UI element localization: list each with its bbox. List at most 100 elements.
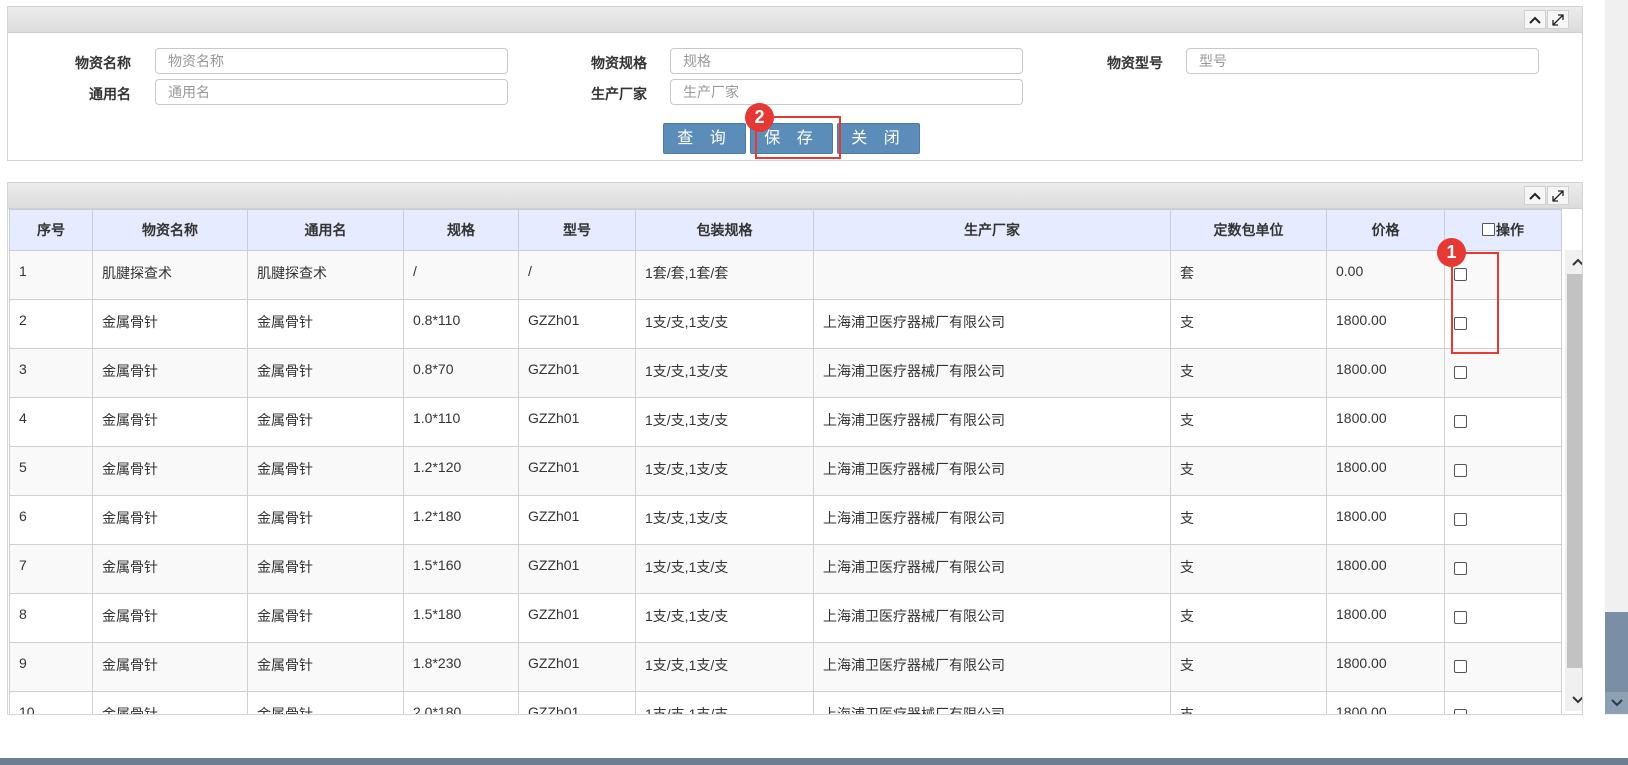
page-scroll-down-button[interactable] — [1605, 692, 1628, 714]
material-model-label: 物资型号 — [1107, 55, 1163, 71]
cell-material-name: 金属骨针 — [92, 593, 248, 643]
cell-spec: 1.5*180 — [403, 593, 519, 643]
select-all-checkbox[interactable] — [1482, 223, 1495, 236]
form-row-2: 通用名 生产厂家 — [8, 79, 1582, 105]
cell-model: GZZh01 — [518, 397, 636, 447]
col-header-unit[interactable]: 定数包单位 — [1170, 209, 1327, 251]
cell-price: 0.00 — [1326, 250, 1445, 300]
material-spec-input[interactable] — [670, 48, 1023, 74]
collapse-grid-button[interactable] — [1524, 186, 1546, 205]
cell-price: 1800.00 — [1326, 691, 1445, 714]
cell-manufacturer: 上海浦卫医疗器械厂有限公司 — [813, 397, 1171, 447]
cell-common-name: 金属骨针 — [247, 495, 404, 545]
grid-vertical-scrollbar[interactable] — [1565, 250, 1582, 711]
cell-unit: 支 — [1170, 544, 1327, 594]
table-row[interactable]: 2 金属骨针 金属骨针 0.8*110 GZZh01 1支/支,1支/支 上海浦卫医疗器械厂… — [9, 299, 1562, 349]
page-scroll-thumb[interactable] — [1605, 612, 1628, 692]
row-select-checkbox[interactable] — [1454, 512, 1467, 526]
maximize-panel-button[interactable] — [1547, 10, 1569, 29]
cell-unit: 支 — [1170, 642, 1327, 692]
results-panel-header — [8, 183, 1582, 209]
table-row[interactable]: 10 金属骨针 金属骨针 2.0*180 GZZh01 1支/支,1支/支 上海浦卫医疗器械… — [9, 691, 1562, 714]
cell-manufacturer — [813, 250, 1171, 300]
maximize-grid-button[interactable] — [1547, 186, 1569, 205]
scroll-up-button[interactable] — [1565, 252, 1582, 272]
cell-common-name: 金属骨针 — [247, 299, 404, 349]
cell-model: GZZh01 — [518, 544, 636, 594]
scroll-thumb[interactable] — [1567, 274, 1582, 668]
cell-price: 1800.00 — [1326, 348, 1445, 398]
cell-index: 6 — [9, 495, 93, 545]
cell-unit: 支 — [1170, 348, 1327, 398]
common-name-input[interactable] — [155, 79, 508, 105]
chevron-up-icon — [1529, 192, 1541, 200]
cell-material-name: 金属骨针 — [92, 691, 248, 714]
cell-index: 2 — [9, 299, 93, 349]
cell-material-name: 肌腱探查术 — [92, 250, 248, 300]
cell-packaging: 1支/支,1支/支 — [635, 495, 814, 545]
cell-spec: / — [403, 250, 519, 300]
row-select-checkbox[interactable] — [1454, 659, 1467, 673]
table-row[interactable]: 1 肌腱探查术 肌腱探查术 //1套/套,1套/套套 0.00 — [9, 250, 1562, 300]
cell-action — [1444, 446, 1562, 496]
cell-unit: 支 — [1170, 446, 1327, 496]
cell-common-name: 金属骨针 — [247, 397, 404, 447]
cell-action — [1444, 691, 1562, 714]
cell-material-name: 金属骨针 — [92, 495, 248, 545]
materials-table: 序号 物资名称 通用名 规格 型号 包装规格 生产厂家 定数包单位 价格 操作 … — [9, 209, 1562, 714]
row-select-checkbox[interactable] — [1454, 365, 1467, 379]
table-row[interactable]: 6 金属骨针 金属骨针 1.2*180 GZZh01 1支/支,1支/支 上海浦卫医疗器械厂… — [9, 495, 1562, 545]
cell-unit: 支 — [1170, 691, 1327, 714]
query-button[interactable]: 查 询 — [663, 123, 746, 154]
table-row[interactable]: 5 金属骨针 金属骨针 1.2*120 GZZh01 1支/支,1支/支 上海浦卫医疗器械厂… — [9, 446, 1562, 496]
col-header-material-name[interactable]: 物资名称 — [92, 209, 248, 251]
scroll-down-button[interactable] — [1565, 690, 1582, 710]
col-header-price[interactable]: 价格 — [1326, 209, 1445, 251]
table-row[interactable]: 7 金属骨针 金属骨针 1.5*160 GZZh01 1支/支,1支/支 上海浦卫医疗器械厂… — [9, 544, 1562, 594]
cell-packaging: 1支/支,1支/支 — [635, 691, 814, 714]
row-select-checkbox[interactable] — [1454, 708, 1467, 714]
col-header-packaging[interactable]: 包装规格 — [635, 209, 814, 251]
annotation-badge-2: 2 — [745, 103, 774, 132]
row-select-checkbox[interactable] — [1454, 610, 1467, 624]
collapse-panel-button[interactable] — [1524, 10, 1546, 29]
col-header-common-name[interactable]: 通用名 — [247, 209, 404, 251]
cell-price: 1800.00 — [1326, 299, 1445, 349]
col-header-index[interactable]: 序号 — [9, 209, 93, 251]
cell-manufacturer: 上海浦卫医疗器械厂有限公司 — [813, 299, 1171, 349]
col-header-model[interactable]: 型号 — [518, 209, 636, 251]
page-scrollbar[interactable] — [1605, 0, 1628, 715]
table-row[interactable]: 9 金属骨针 金属骨针 1.8*230 GZZh01 1支/支,1支/支 上海浦卫医疗器械厂… — [9, 642, 1562, 692]
manufacturer-input[interactable] — [670, 79, 1023, 105]
cell-spec: 0.8*110 — [403, 299, 519, 349]
cell-spec: 1.8*230 — [403, 642, 519, 692]
row-select-checkbox[interactable] — [1454, 561, 1467, 575]
cell-manufacturer: 上海浦卫医疗器械厂有限公司 — [813, 495, 1171, 545]
chevron-up-icon — [1529, 16, 1541, 24]
cell-model: GZZh01 — [518, 348, 636, 398]
cell-material-name: 金属骨针 — [92, 446, 248, 496]
cell-manufacturer: 上海浦卫医疗器械厂有限公司 — [813, 446, 1171, 496]
table-row[interactable]: 3 金属骨针 金属骨针 0.8*70 GZZh01 1支/支,1支/支 上海浦卫医疗器械厂有… — [9, 348, 1562, 398]
cell-packaging: 1支/支,1支/支 — [635, 348, 814, 398]
material-name-input[interactable] — [155, 48, 508, 74]
row-select-checkbox[interactable] — [1454, 463, 1467, 477]
cell-model: GZZh01 — [518, 446, 636, 496]
cell-common-name: 金属骨针 — [247, 544, 404, 594]
cell-index: 1 — [9, 250, 93, 300]
col-header-manufacturer[interactable]: 生产厂家 — [813, 209, 1171, 251]
table-header-row: 序号 物资名称 通用名 规格 型号 包装规格 生产厂家 定数包单位 价格 操作 — [9, 209, 1562, 251]
material-model-input[interactable] — [1186, 48, 1539, 74]
col-header-spec[interactable]: 规格 — [403, 209, 519, 251]
material-name-label: 物资名称 — [75, 55, 131, 71]
cell-material-name: 金属骨针 — [92, 397, 248, 447]
table-row[interactable]: 4 金属骨针 金属骨针 1.0*110 GZZh01 1支/支,1支/支 上海浦卫医疗器械厂… — [9, 397, 1562, 447]
chevron-up-icon — [1572, 258, 1582, 266]
cell-action — [1444, 642, 1562, 692]
row-select-checkbox[interactable] — [1454, 414, 1467, 428]
close-button[interactable]: 关 闭 — [837, 123, 920, 154]
chevron-down-icon — [1610, 699, 1623, 707]
table-row[interactable]: 8 金属骨针 金属骨针 1.5*180 GZZh01 1支/支,1支/支 上海浦卫医疗器械厂… — [9, 593, 1562, 643]
chevron-down-icon — [1572, 696, 1582, 704]
cell-model: GZZh01 — [518, 299, 636, 349]
